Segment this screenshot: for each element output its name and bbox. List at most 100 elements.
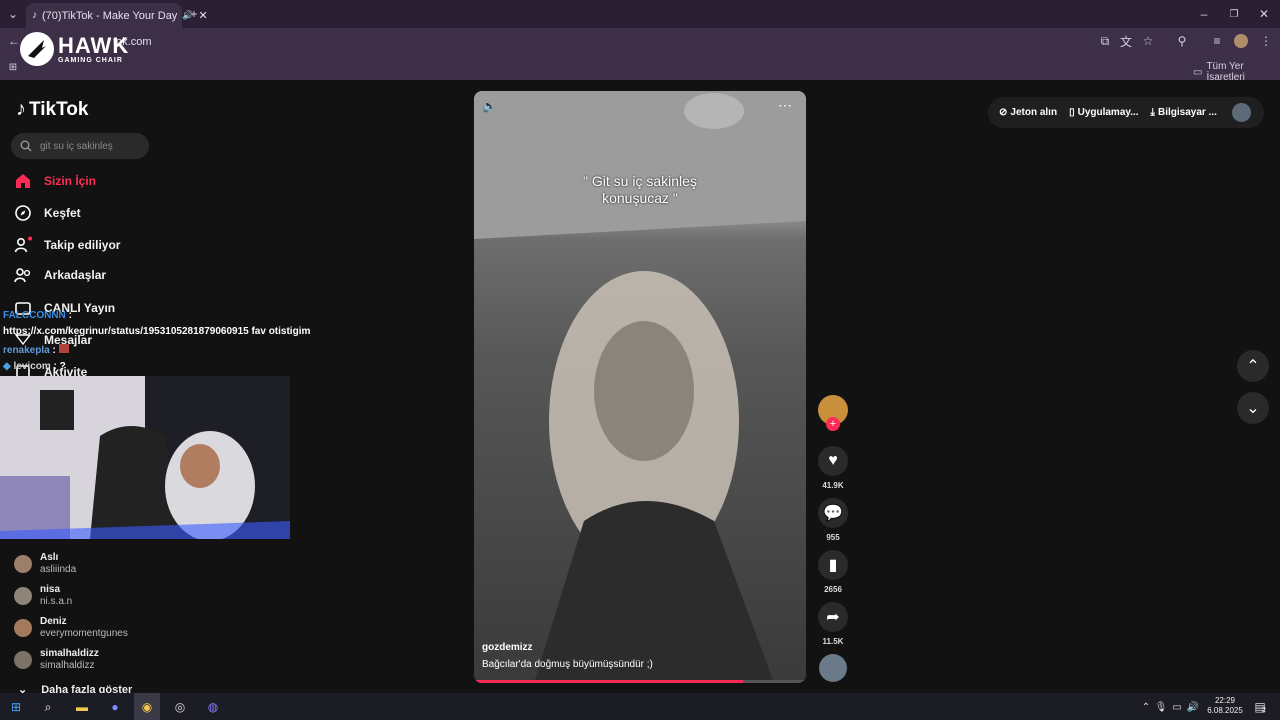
comment-count: 955 xyxy=(826,533,840,542)
windows-taskbar: ⊞ ⌕ ▬ ● ◉ ◎ ◍ ⌃ 🎙 ▭ 🔊 22:29 6.08.2025 ▤ … xyxy=(0,693,1280,720)
nav-friends[interactable]: Arkadaşlar xyxy=(14,266,106,284)
chevron-up-icon: ⌃ xyxy=(1246,358,1260,375)
account-name: Deniz xyxy=(40,616,67,627)
comment-button[interactable]: 💬 955 xyxy=(817,498,849,542)
share-count: 11.5K xyxy=(822,637,844,646)
account-handle: simalhaldizz xyxy=(40,660,95,671)
nav-following-label: Takip ediliyor xyxy=(44,238,121,252)
account-name: simalhaldizz xyxy=(40,648,99,659)
share-button[interactable]: ➦ 11.5K xyxy=(817,602,849,646)
video-player[interactable]: 🔈 ⋯ " Git su iç sakinleş konuşucaz " goz… xyxy=(474,91,806,683)
get-coins-label: Jeton alın xyxy=(1010,107,1058,118)
file-explorer-icon[interactable]: ▬ xyxy=(74,699,90,715)
nav-friends-label: Arkadaşlar xyxy=(44,268,107,282)
chevron-down-icon: ⌄ xyxy=(1246,400,1260,417)
phone-icon: ▯ xyxy=(1069,107,1075,118)
chat-message: renakepla : xyxy=(3,344,69,356)
following-account[interactable]: Deniz everymomentgunes xyxy=(14,616,128,640)
minimize-icon[interactable]: – xyxy=(1196,6,1212,22)
tiktok-favicon-icon: ♪ xyxy=(32,10,37,21)
install-icon[interactable]: ⧉ xyxy=(1097,33,1113,49)
app-icon[interactable]: ● xyxy=(107,699,123,715)
home-icon xyxy=(16,174,30,188)
more-options-icon[interactable]: ⋯ xyxy=(778,97,792,114)
webcam-frame xyxy=(0,376,290,539)
tiktok-logo[interactable]: ♪ TikTok xyxy=(16,98,88,121)
translate-icon[interactable]: 文 xyxy=(1118,33,1134,49)
restore-icon[interactable]: ❐ xyxy=(1226,6,1242,22)
discord-icon[interactable]: ◍ xyxy=(205,699,221,715)
coin-icon: ⊘ xyxy=(999,107,1008,118)
star-icon[interactable]: ☆ xyxy=(1140,33,1156,49)
caption-line-1: " Git su iç sakinleş xyxy=(583,173,697,189)
download-icon: ⤓ xyxy=(1150,107,1155,118)
get-app-label: Uygulamay... xyxy=(1077,107,1139,118)
extensions-icon[interactable]: ⚲ xyxy=(1174,33,1190,49)
progress-track[interactable] xyxy=(474,680,806,683)
bookmark-icon: ▮ xyxy=(818,550,848,580)
bookmarks-bar: ⊞ ▭ Tüm Yer İşaretleri xyxy=(0,54,1280,83)
avatar xyxy=(14,587,32,605)
hawk-logo: HAWK GAMING CHAIR xyxy=(20,32,129,66)
chrome-icon[interactable]: ◉ xyxy=(139,699,155,715)
nav-explore[interactable]: Keşfet xyxy=(14,204,81,222)
menu-icon[interactable]: ⋮ xyxy=(1258,33,1274,49)
search-box[interactable]: git su iç sakinleş xyxy=(11,133,149,159)
account-name: nisa xyxy=(40,584,61,595)
sound-avatar[interactable] xyxy=(817,654,849,682)
apps-grid-icon[interactable]: ⊞ xyxy=(5,59,21,75)
author-avatar[interactable]: + xyxy=(817,395,849,431)
network-icon[interactable]: ▭ xyxy=(1169,699,1185,715)
tiktok-logo-text: TikTok xyxy=(29,98,89,120)
video-description: Bağcılar'da doğmuş büyümüşsündür ;) xyxy=(482,659,653,670)
hawk-emblem-icon xyxy=(20,32,54,66)
pc-app-button[interactable]: ⤓ Bilgisayar ... xyxy=(1151,107,1217,118)
volume-icon[interactable]: 🔊 xyxy=(1185,699,1201,715)
like-count: 41.9K xyxy=(822,481,844,490)
tiktok-note-icon: ♪ xyxy=(16,98,26,120)
new-tab-icon[interactable]: + xyxy=(186,6,202,22)
video-author[interactable]: gozdemizz xyxy=(482,642,533,653)
tray-chevron-up-icon[interactable]: ⌃ xyxy=(1138,699,1154,715)
tab-title: (70)TikTok - Make Your Day xyxy=(42,9,178,22)
mute-icon[interactable]: 🔈 xyxy=(482,99,497,113)
header-actions: ⊘ Jeton alın ▯ Uygulamay... ⤓ Bilgisayar ..… xyxy=(988,97,1264,128)
get-coins-button[interactable]: ⊘ Jeton alın xyxy=(999,107,1057,118)
microphone-icon[interactable]: 🎙 xyxy=(1153,699,1169,715)
follow-plus-icon[interactable]: + xyxy=(826,417,840,431)
window-close-icon[interactable]: ✕ xyxy=(1256,6,1272,22)
chat-user: levicom xyxy=(13,361,51,372)
windows-start-icon[interactable]: ⊞ xyxy=(8,699,24,715)
nav-for-you-label: Sizin İçin xyxy=(44,174,97,188)
following-account[interactable]: Aslı asliiinda xyxy=(14,552,76,576)
nav-following[interactable]: Takip ediliyor xyxy=(14,236,120,254)
obs-icon[interactable]: ◎ xyxy=(172,699,188,715)
browser-tab-bar: ⌄ ♪ (70)TikTok - Make Your Day 🔊 ✕ + – ❐… xyxy=(0,0,1280,28)
next-video-button[interactable]: ⌄ xyxy=(1237,392,1269,424)
user-avatar[interactable] xyxy=(1232,103,1251,122)
following-account[interactable]: nisa ni.s.a.n xyxy=(14,584,72,608)
clock[interactable]: 22:29 6.08.2025 xyxy=(1204,696,1246,716)
following-account[interactable]: simalhaldizz simalhaldizz xyxy=(14,648,99,672)
search-icon[interactable]: ⌕ xyxy=(40,699,56,715)
webcam-overlay xyxy=(0,376,290,539)
chat-message-text: https://x.com/kegrinur/status/1953105281… xyxy=(3,326,311,337)
compass-icon xyxy=(15,205,31,221)
video-caption: " Git su iç sakinleş konuşucaz " xyxy=(474,173,806,207)
save-button[interactable]: ▮ 2656 xyxy=(817,550,849,594)
avatar xyxy=(14,651,32,669)
like-button[interactable]: ♥ 41.9K xyxy=(817,446,849,490)
browser-tab[interactable]: ♪ (70)TikTok - Make Your Day 🔊 ✕ xyxy=(26,3,208,28)
clock-time: 22:29 xyxy=(1214,696,1236,705)
get-app-button[interactable]: ▯ Uygulamay... xyxy=(1069,107,1138,118)
profile-avatar[interactable] xyxy=(1234,34,1248,48)
avatar xyxy=(14,555,32,573)
media-icon[interactable]: ≡ xyxy=(1209,33,1225,49)
previous-video-button[interactable]: ⌃ xyxy=(1237,350,1269,382)
nav-for-you[interactable]: Sizin İçin xyxy=(14,172,96,190)
chat-colon: : xyxy=(68,310,72,321)
search-input[interactable]: git su iç sakinleş xyxy=(40,141,113,152)
chat-colon: : xyxy=(52,345,56,356)
tab-list-icon[interactable]: ⌄ xyxy=(5,6,21,22)
progress-fill xyxy=(474,680,743,683)
